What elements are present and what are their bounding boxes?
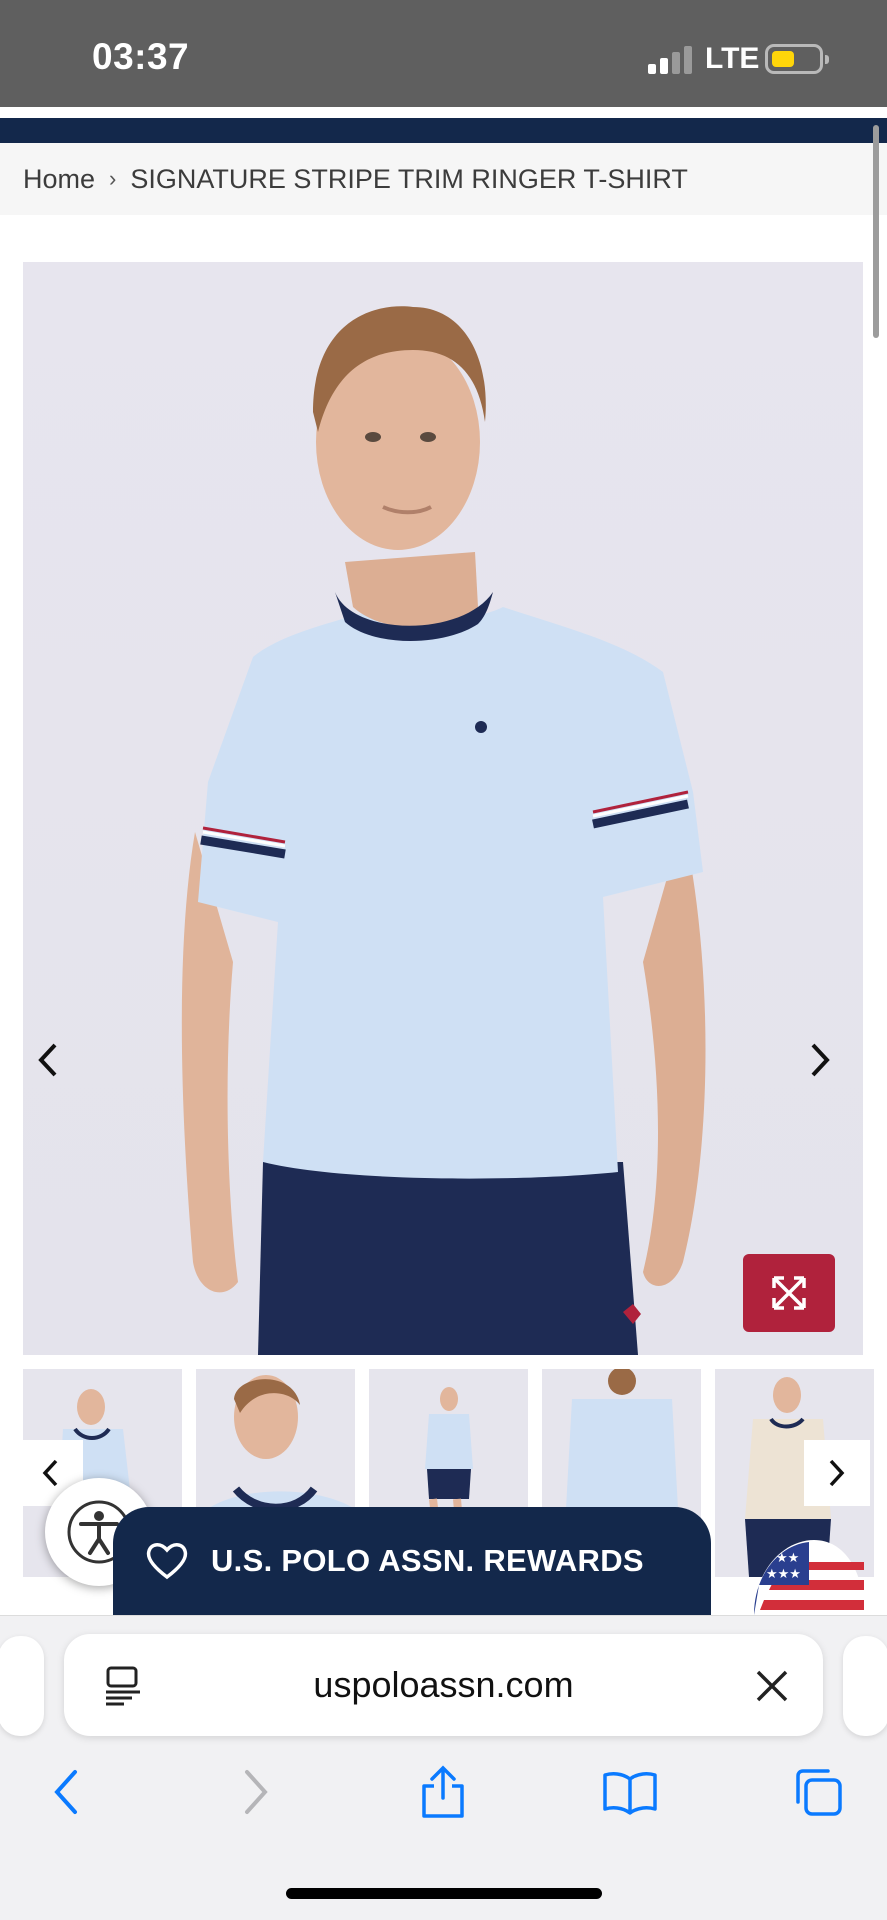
chevron-left-icon xyxy=(42,1459,58,1487)
bookmarks-icon xyxy=(603,1772,657,1815)
model-illustration xyxy=(181,306,706,1355)
bookmarks-button[interactable] xyxy=(600,1762,660,1822)
chevron-left-icon xyxy=(38,1043,57,1077)
network-label: LTE xyxy=(705,42,760,75)
home-indicator[interactable] xyxy=(286,1888,602,1899)
chevron-right-icon xyxy=(829,1459,845,1487)
breadcrumb-current: SIGNATURE STRIPE TRIM RINGER T-SHIRT xyxy=(130,163,688,194)
tabs-button[interactable] xyxy=(788,1762,848,1822)
rewards-banner[interactable]: U.S. POLO ASSN. REWARDS xyxy=(113,1507,711,1615)
browser-back-button[interactable] xyxy=(36,1762,96,1822)
rewards-label: U.S. POLO ASSN. REWARDS xyxy=(211,1543,644,1578)
battery-icon xyxy=(765,44,829,74)
chevron-right-icon xyxy=(811,1043,830,1077)
breadcrumb-home-link[interactable]: Home xyxy=(23,164,95,195)
previous-tab-preview[interactable] xyxy=(0,1636,44,1736)
cellular-signal-icon xyxy=(648,42,692,74)
status-time: 03:37 xyxy=(92,36,190,77)
product-main-image[interactable] xyxy=(23,262,863,1355)
browser-forward-button[interactable] xyxy=(226,1762,286,1822)
gallery-prev-button[interactable] xyxy=(37,1042,77,1092)
breadcrumb: Home › SIGNATURE STRIPE TRIM RINGER T-SH… xyxy=(0,143,887,215)
gallery-next-button[interactable] xyxy=(809,1042,849,1092)
heart-outline-icon xyxy=(146,1543,188,1580)
next-tab-preview[interactable] xyxy=(843,1636,887,1736)
breadcrumb-separator: › xyxy=(109,166,117,191)
back-icon xyxy=(54,1770,77,1814)
expand-image-button[interactable] xyxy=(743,1254,835,1332)
thumbnail-next-button[interactable] xyxy=(804,1440,870,1506)
svg-text:★★: ★★ xyxy=(776,1551,799,1566)
status-bar: 03:37 LTE xyxy=(0,0,887,107)
close-icon[interactable] xyxy=(752,1666,792,1706)
us-flag-icon[interactable]: ★★★ ★★ xyxy=(754,1540,864,1615)
share-icon xyxy=(422,1765,464,1818)
svg-text:★★★: ★★★ xyxy=(766,1567,801,1582)
site-header-band xyxy=(0,118,887,143)
page-scrollbar[interactable] xyxy=(873,125,879,338)
address-bar[interactable]: uspoloassn.com xyxy=(64,1634,823,1736)
share-button[interactable] xyxy=(413,1762,473,1822)
expand-arrows-icon xyxy=(772,1276,806,1310)
tabs-icon xyxy=(796,1769,842,1816)
forward-icon xyxy=(245,1770,268,1814)
url-text: uspoloassn.com xyxy=(313,1664,574,1705)
